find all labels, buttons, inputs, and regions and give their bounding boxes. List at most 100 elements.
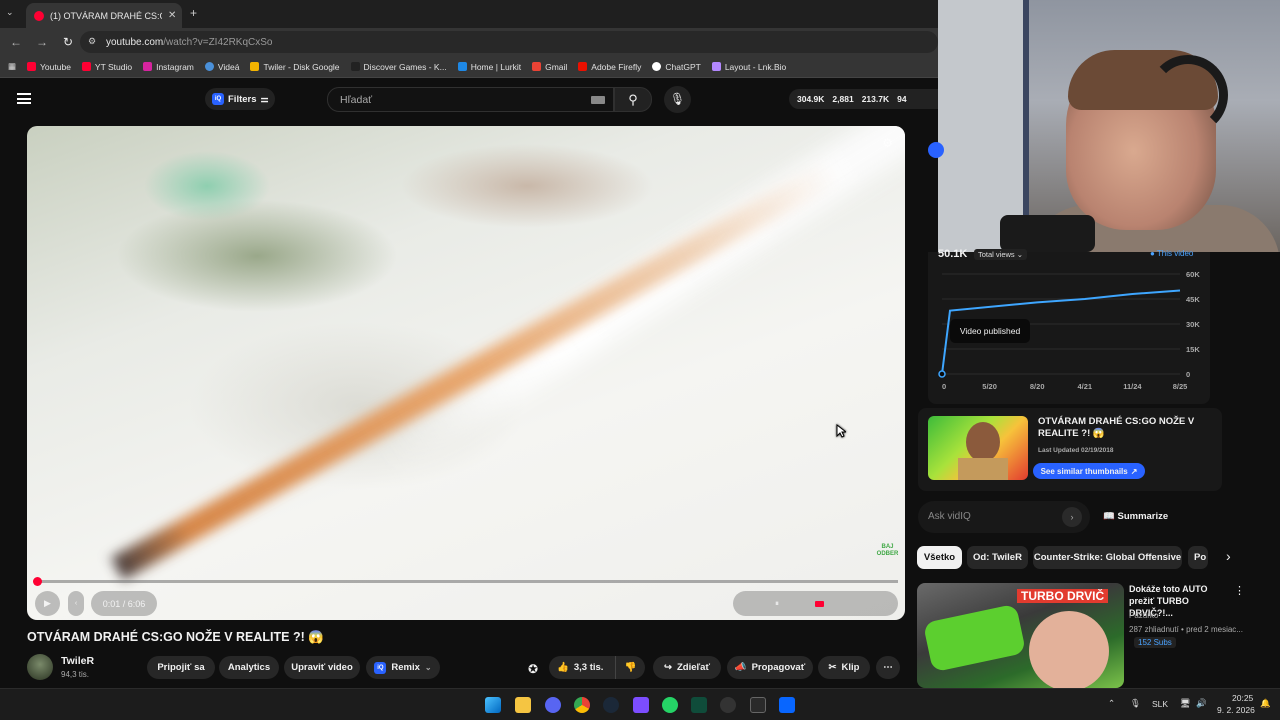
- previous-chapter-button[interactable]: ‹: [68, 591, 84, 616]
- bookmark-google-drive[interactable]: Twiler - Disk Google: [250, 62, 340, 72]
- network-icon[interactable]: 🖥: [1180, 698, 1191, 709]
- bookmark-gmail[interactable]: Gmail: [532, 62, 567, 72]
- pause-icon[interactable]: ⏸: [775, 599, 779, 609]
- site-info-icon[interactable]: ⚙: [88, 36, 96, 47]
- channel-avatar[interactable]: [27, 654, 53, 680]
- clock-time[interactable]: 20:25: [1232, 693, 1253, 703]
- apps-grid-icon[interactable]: ▦: [8, 61, 16, 72]
- browser-tab[interactable]: (1) OTVÁRAM DRAHÉ CS:GO N... ✕: [26, 3, 182, 28]
- webcam-overlay: [938, 0, 1280, 252]
- remix-label: Remix: [391, 662, 420, 673]
- chart-y-tick: 0: [1186, 370, 1190, 379]
- channel-name[interactable]: TwileR: [61, 655, 94, 667]
- tray-mic-icon[interactable]: 🎙: [1130, 698, 1141, 709]
- settings-overlay-icon[interactable]: ⚙: [882, 136, 893, 150]
- url-field[interactable]: ⚙ youtube.com/watch?v=ZI42RKqCxSo: [80, 31, 938, 53]
- external-link-icon: ↗: [1130, 466, 1138, 476]
- like-button[interactable]: 👍 3,3 tis.: [549, 656, 615, 679]
- see-similar-thumbnails-button[interactable]: See similar thumbnails ↗: [1033, 463, 1145, 479]
- keyboard-language[interactable]: SLK: [1152, 699, 1168, 709]
- play-button[interactable]: ▶: [35, 591, 60, 616]
- ask-vidiq-input[interactable]: Ask vidIQ ›: [918, 501, 1090, 533]
- clock-date[interactable]: 9. 2. 2026: [1217, 705, 1255, 715]
- clip-button[interactable]: ✂ Klip: [818, 656, 870, 679]
- more-actions-button[interactable]: ⋯: [876, 656, 900, 679]
- bookmark-yt-studio[interactable]: YT Studio: [81, 62, 132, 72]
- chart-y-tick: 15K: [1186, 345, 1200, 354]
- edit-video-button[interactable]: Upraviť video: [284, 656, 360, 679]
- more-vertical-icon[interactable]: ⋮: [1234, 584, 1245, 597]
- epic-games-icon[interactable]: [750, 697, 766, 713]
- forward-icon[interactable]: →: [32, 35, 52, 49]
- analytics-button[interactable]: Analytics: [219, 656, 279, 679]
- bookmark-discover-games[interactable]: Discover Games - K...: [350, 62, 447, 72]
- subscribe-watermark[interactable]: BAJ ODBER: [870, 544, 905, 558]
- windows-start-icon[interactable]: [485, 697, 501, 713]
- chip-csgo[interactable]: Counter-Strike: Global Offensive: [1033, 546, 1182, 569]
- notification-icon[interactable]: 🔔: [1260, 698, 1271, 709]
- search-button[interactable]: ⚲: [614, 87, 652, 112]
- dislike-button[interactable]: 👎: [615, 656, 645, 679]
- bookmark-lnk-bio[interactable]: Layout - Lnk.Bio: [711, 62, 786, 72]
- youtube-header: iQ Filters ⚌ Hľadať ⚲ 🎙 304.9K 2,881 213…: [0, 79, 938, 119]
- subs-badge: 152 Subs: [1134, 637, 1176, 648]
- subs-badge-label: 152 Subs: [1138, 638, 1172, 647]
- join-button[interactable]: Pripojiť sa: [147, 656, 215, 679]
- meta-icon[interactable]: [779, 697, 795, 713]
- vidiq-logo-icon: iQ: [212, 93, 224, 105]
- app-grid-icon[interactable]: [633, 697, 649, 713]
- tray-chevron-icon[interactable]: ⌃: [1108, 698, 1115, 709]
- chart-x-tick: 8/25: [1173, 382, 1188, 391]
- see-similar-label: See similar thumbnails: [1040, 466, 1128, 476]
- menu-icon[interactable]: [17, 93, 31, 104]
- summarize-button[interactable]: 📖 Summarize: [1103, 511, 1168, 522]
- video-thumbnail[interactable]: [928, 416, 1028, 480]
- summarize-icon: 📖: [1103, 511, 1115, 522]
- back-icon[interactable]: ←: [6, 35, 26, 49]
- chip-from-channel[interactable]: Od: TwileR: [967, 546, 1028, 569]
- mouse-cursor-icon: [836, 423, 848, 438]
- chip-all[interactable]: Všetko: [917, 546, 962, 569]
- keyboard-icon[interactable]: [591, 96, 605, 104]
- share-button[interactable]: ↪ Zdieľať: [653, 656, 721, 679]
- chips-next-icon[interactable]: ›: [1226, 548, 1231, 564]
- video-frame-streak: [110, 160, 841, 581]
- recommended-thumbnail[interactable]: TURBO DRVIČ: [917, 583, 1124, 688]
- bookmark-youtube[interactable]: Youtube: [27, 62, 71, 72]
- promote-button[interactable]: 📣 Propagovať: [727, 656, 813, 679]
- bookmark-lurkit[interactable]: Home | Lurkit: [457, 62, 521, 72]
- terminal-icon[interactable]: [691, 697, 707, 713]
- voice-search-button[interactable]: 🎙: [664, 86, 691, 113]
- search-input[interactable]: Hľadať: [327, 87, 614, 112]
- video-player[interactable]: ⚙ BAJ ODBER ▶ ‹ 0:01 / 6:06 ⏸: [27, 126, 905, 620]
- clip-label: Klip: [841, 662, 860, 673]
- chrome-icon[interactable]: [574, 697, 590, 713]
- whatsapp-icon[interactable]: [662, 697, 678, 713]
- like-count: 3,3 tis.: [573, 662, 604, 673]
- bookmark-chatgpt[interactable]: ChatGPT: [652, 62, 701, 72]
- discord-icon[interactable]: [545, 697, 561, 713]
- bookmark-adobe-firefly[interactable]: Adobe Firefly: [578, 62, 641, 72]
- bookmark-videa[interactable]: Videá: [204, 62, 239, 72]
- progress-bar[interactable]: [33, 577, 898, 586]
- chip-more[interactable]: Po: [1188, 546, 1208, 569]
- hype-icon[interactable]: ✪: [528, 662, 538, 676]
- close-tab-icon[interactable]: ✕: [168, 10, 176, 21]
- tab-list-icon[interactable]: ⌄: [6, 7, 14, 18]
- player-right-controls: ⏸: [733, 591, 898, 616]
- steam-icon[interactable]: [603, 697, 619, 713]
- vidiq-filters-button[interactable]: iQ Filters ⚌: [205, 88, 275, 110]
- vidiq-remix-button[interactable]: iQ Remix ⌄: [366, 656, 440, 679]
- send-arrow-icon[interactable]: ›: [1062, 507, 1082, 527]
- progress-scrubber[interactable]: [33, 577, 42, 586]
- recommended-channel[interactable]: Pazúrko: [1129, 611, 1158, 620]
- volume-icon[interactable]: 🔊: [1196, 698, 1207, 709]
- app-circle-icon[interactable]: [720, 697, 736, 713]
- search-placeholder: Hľadať: [340, 94, 373, 106]
- chart-publish-point[interactable]: [938, 370, 946, 378]
- bookmark-instagram[interactable]: Instagram: [143, 62, 194, 72]
- hd-badge-icon[interactable]: [815, 600, 824, 607]
- file-explorer-icon[interactable]: [515, 697, 531, 713]
- reload-icon[interactable]: ↻: [58, 35, 78, 49]
- new-tab-icon[interactable]: +: [190, 6, 197, 20]
